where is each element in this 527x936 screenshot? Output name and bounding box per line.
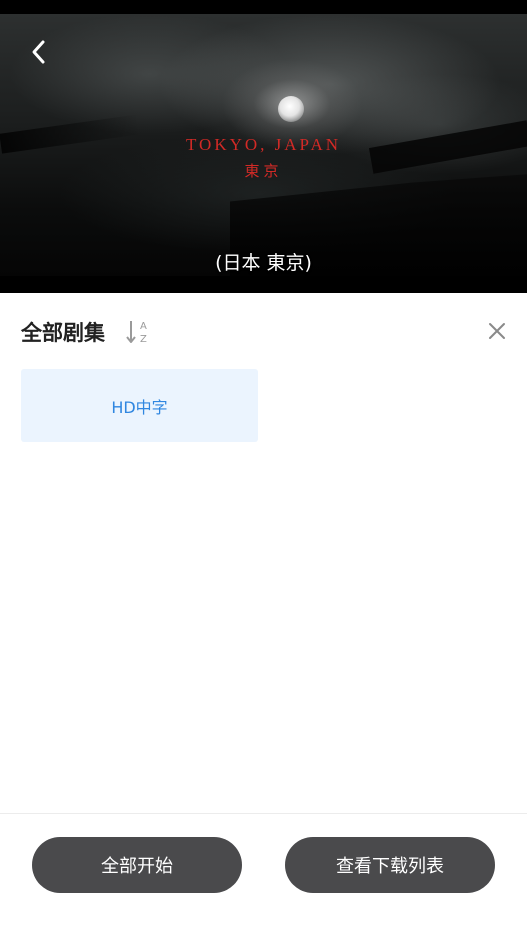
chevron-left-icon: [32, 40, 45, 64]
download-page: TOKYO, JAPAN 東京 (日本 東京) 全部剧集 A Z HD中字 全部…: [0, 0, 527, 936]
video-caption-cjk: 東京: [244, 162, 283, 180]
video-frame: TOKYO, JAPAN 東京: [0, 14, 527, 276]
video-caption-en: TOKYO, JAPAN: [185, 135, 342, 154]
svg-text:A: A: [140, 321, 147, 332]
start-all-button[interactable]: 全部开始: [32, 837, 242, 893]
close-button[interactable]: [486, 320, 508, 342]
moon-image: [278, 96, 304, 122]
video-subtitle: (日本 東京): [215, 252, 312, 274]
start-all-label: 全部开始: [101, 856, 173, 877]
view-download-list-label: 查看下载列表: [336, 856, 444, 877]
view-download-list-button[interactable]: 查看下载列表: [285, 837, 495, 893]
episode-item-hd-subtitled[interactable]: HD中字: [21, 369, 258, 442]
close-icon: [489, 323, 505, 339]
back-button[interactable]: [24, 36, 54, 68]
sort-button[interactable]: A Z: [125, 318, 153, 346]
episode-item-label: HD中字: [111, 397, 168, 417]
bottom-divider: [0, 813, 527, 814]
svg-text:Z: Z: [140, 334, 147, 345]
episodes-title: 全部剧集: [21, 321, 105, 345]
video-player[interactable]: TOKYO, JAPAN 東京 (日本 東京): [0, 0, 527, 293]
sort-alphabetical-icon: A Z: [126, 321, 147, 345]
